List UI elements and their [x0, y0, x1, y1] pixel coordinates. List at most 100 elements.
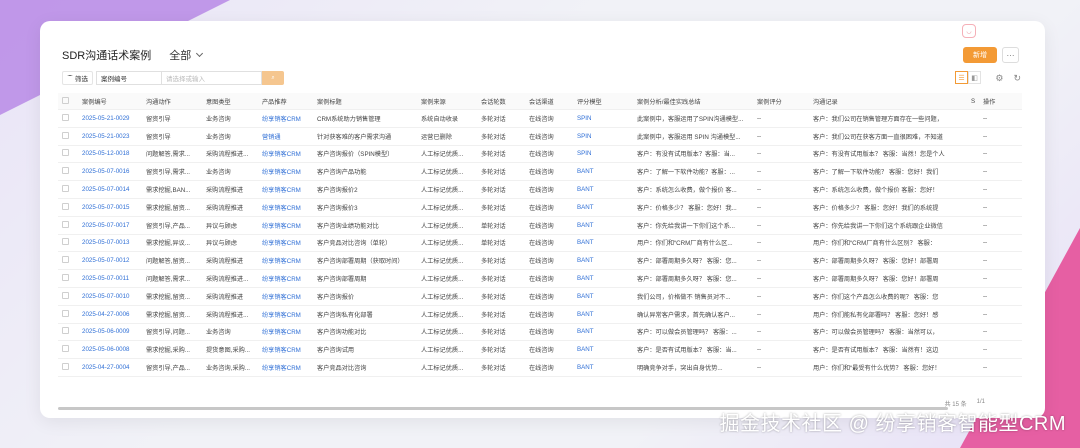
case-id-link[interactable]: 2025-05-06-0009 [78, 328, 142, 335]
case-id-link[interactable]: 2025-05-06-0008 [78, 346, 142, 353]
search-button[interactable]: ⌕ [262, 71, 284, 85]
row-checkbox[interactable] [58, 363, 78, 372]
row-actions[interactable]: -- [979, 133, 1009, 140]
table-cell[interactable]: BANT [573, 257, 633, 264]
refresh-icon[interactable]: ↻ [1013, 73, 1021, 84]
row-checkbox[interactable] [58, 327, 78, 336]
table-cell[interactable]: BANT [573, 275, 633, 282]
table-cell[interactable]: SPIN [573, 115, 633, 122]
case-id-link[interactable]: 2025-05-12-0018 [78, 150, 142, 157]
row-actions[interactable]: -- [979, 364, 1009, 371]
case-id-link[interactable]: 2025-05-07-0011 [78, 275, 142, 282]
case-id-link[interactable]: 2025-04-27-0006 [78, 311, 142, 318]
row-actions[interactable]: -- [979, 311, 1009, 318]
table-cell[interactable]: 纷享销客CRM [258, 310, 313, 319]
column-header[interactable]: 意图类型 [202, 97, 258, 106]
column-header[interactable]: 案例编号 [78, 97, 142, 106]
row-checkbox[interactable] [58, 185, 78, 194]
table-cell[interactable]: 纷享销客CRM [258, 363, 313, 372]
table-cell[interactable]: 纷享销客CRM [258, 149, 313, 158]
row-actions[interactable]: -- [979, 293, 1009, 300]
table-cell[interactable]: 纷享销客CRM [258, 203, 313, 212]
table-cell[interactable]: BANT [573, 186, 633, 193]
row-checkbox[interactable] [58, 149, 78, 158]
column-header[interactable]: 案例标题 [313, 97, 417, 106]
table-cell[interactable]: BANT [573, 222, 633, 229]
search-field-select[interactable]: 案例编号 [96, 71, 162, 85]
row-checkbox[interactable] [58, 220, 78, 230]
table-cell[interactable]: 纷享销客CRM [258, 238, 313, 247]
table-cell[interactable]: 纷享销客CRM [258, 327, 313, 336]
row-actions[interactable]: -- [979, 328, 1009, 335]
row-checkbox[interactable] [58, 345, 78, 354]
row-actions[interactable]: -- [979, 275, 1009, 282]
table-cell[interactable]: BANT [573, 311, 633, 318]
column-header[interactable]: 操作 [979, 97, 1009, 106]
case-id-link[interactable]: 2025-04-27-0004 [78, 364, 142, 371]
row-actions[interactable]: -- [979, 239, 1009, 246]
table-cell[interactable]: 纷享销客CRM [258, 292, 313, 301]
filter-button[interactable]: 筛选 [62, 71, 93, 85]
column-header[interactable]: 沟通动作 [142, 97, 202, 106]
row-checkbox[interactable] [58, 274, 78, 283]
case-id-link[interactable]: 2025-05-07-0012 [78, 257, 142, 264]
search-input[interactable]: 请选择或输入 [162, 71, 262, 85]
table-cell[interactable]: BANT [573, 364, 633, 371]
column-header[interactable]: 产品推荐 [258, 97, 313, 106]
row-checkbox[interactable] [58, 202, 78, 212]
row-actions[interactable]: -- [979, 204, 1009, 211]
table-cell[interactable]: BANT [573, 168, 633, 175]
select-all-checkbox[interactable] [58, 96, 78, 106]
table-cell[interactable]: SPIN [573, 133, 633, 140]
column-header[interactable]: 会话轮数 [477, 97, 525, 106]
table-cell[interactable]: BANT [573, 346, 633, 353]
table-cell[interactable]: 纷享销客CRM [258, 256, 313, 265]
list-view-icon[interactable]: ☰ [955, 71, 968, 84]
row-checkbox[interactable] [58, 167, 78, 176]
table-cell[interactable]: SPIN [573, 150, 633, 157]
row-actions[interactable]: -- [979, 168, 1009, 175]
row-actions[interactable]: -- [979, 257, 1009, 264]
case-id-link[interactable]: 2025-05-07-0017 [78, 222, 142, 229]
case-id-link[interactable]: 2025-05-07-0013 [78, 239, 142, 246]
column-header[interactable]: 案例来源 [417, 97, 477, 106]
row-checkbox[interactable] [58, 238, 78, 247]
table-cell[interactable]: 营销通 [258, 132, 313, 141]
table-cell[interactable]: 纷享销客CRM [258, 114, 313, 123]
table-cell[interactable]: BANT [573, 293, 633, 300]
row-actions[interactable]: -- [979, 346, 1009, 353]
column-header[interactable]: 会话渠道 [525, 97, 573, 106]
table-cell[interactable]: BANT [573, 204, 633, 211]
table-cell[interactable]: 纷享销客CRM [258, 221, 313, 230]
case-id-link[interactable]: 2025-05-21-0029 [78, 115, 142, 122]
table-cell[interactable]: BANT [573, 239, 633, 246]
chat-icon[interactable]: ◡ [962, 24, 976, 38]
case-id-link[interactable]: 2025-05-07-0014 [78, 186, 142, 193]
view-selector[interactable]: 全部 [169, 47, 204, 63]
table-cell[interactable]: 纷享销客CRM [258, 274, 313, 283]
row-checkbox[interactable] [58, 309, 78, 319]
row-actions[interactable]: -- [979, 222, 1009, 229]
column-header[interactable]: 沟通记录 [809, 97, 967, 106]
case-id-link[interactable]: 2025-05-07-0016 [78, 168, 142, 175]
row-actions[interactable]: -- [979, 115, 1009, 122]
case-id-link[interactable]: 2025-05-21-0023 [78, 133, 142, 140]
settings-icon[interactable]: ⚙ [995, 73, 1003, 84]
table-cell[interactable]: BANT [573, 328, 633, 335]
row-checkbox[interactable] [58, 256, 78, 265]
split-view-icon[interactable]: ◧ [968, 71, 981, 84]
row-actions[interactable]: -- [979, 150, 1009, 157]
row-checkbox[interactable] [58, 131, 78, 141]
table-cell[interactable]: 纷享销客CRM [258, 167, 313, 176]
table-cell[interactable]: 纷享销客CRM [258, 185, 313, 194]
column-header[interactable]: 案例分析/最佳实践总结 [633, 97, 753, 106]
column-header[interactable]: S [967, 98, 979, 105]
column-header[interactable]: 案例评分 [753, 97, 809, 106]
column-header[interactable]: 评分模型 [573, 97, 633, 106]
case-id-link[interactable]: 2025-05-07-0010 [78, 293, 142, 300]
table-cell[interactable]: 纷享销客CRM [258, 345, 313, 354]
row-checkbox[interactable] [58, 113, 78, 123]
row-actions[interactable]: -- [979, 186, 1009, 193]
row-checkbox[interactable] [58, 291, 78, 301]
case-id-link[interactable]: 2025-05-07-0015 [78, 204, 142, 211]
